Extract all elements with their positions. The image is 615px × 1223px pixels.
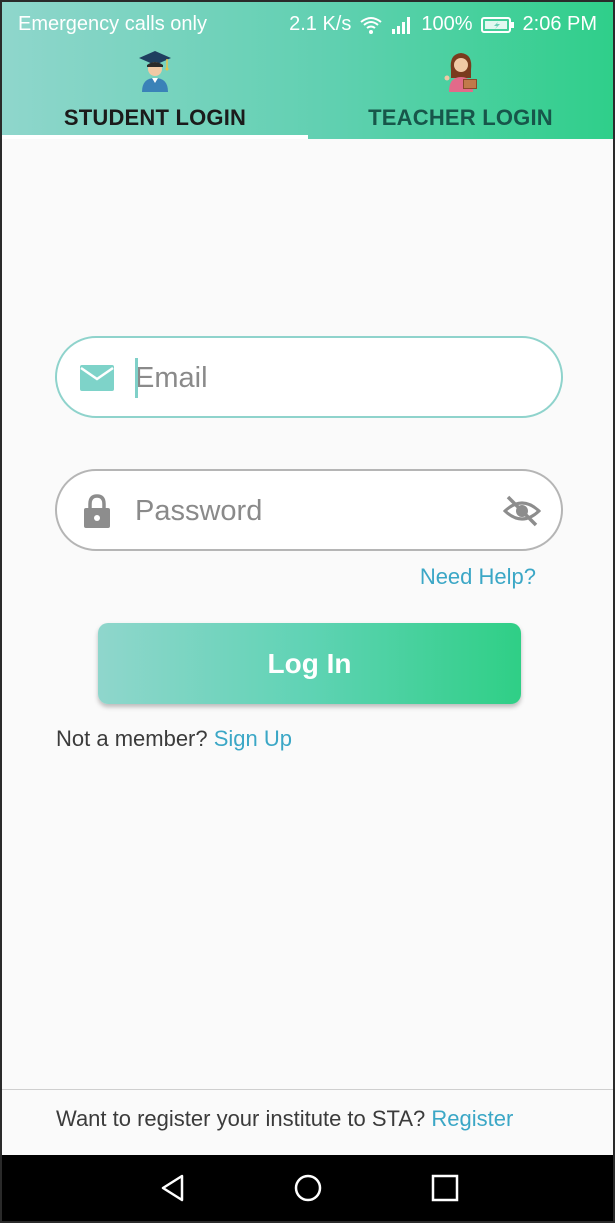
- signup-row: Not a member? Sign Up: [56, 726, 292, 752]
- text-cursor: [135, 358, 138, 398]
- tab-teacher-login[interactable]: TEACHER LOGIN: [308, 48, 613, 139]
- recent-apps-icon[interactable]: [430, 1173, 460, 1203]
- tab-selected-indicator: [2, 135, 308, 139]
- clock: 2:06 PM: [522, 13, 597, 35]
- eye-off-icon[interactable]: [503, 493, 541, 529]
- wifi-icon: [359, 15, 383, 35]
- tab-teacher-label: TEACHER LOGIN: [368, 105, 553, 130]
- mail-icon: [80, 365, 114, 391]
- signup-prompt: Not a member?: [56, 726, 208, 751]
- student-graduate-icon: [139, 51, 171, 92]
- back-icon[interactable]: [158, 1173, 188, 1203]
- tab-student-label: STUDENT LOGIN: [63, 105, 247, 130]
- system-nav-bar: [2, 1155, 613, 1221]
- home-icon[interactable]: [293, 1173, 323, 1203]
- battery-percent: 100%: [421, 13, 473, 35]
- register-row: Want to register your institute to STA? …: [56, 1106, 513, 1132]
- register-link[interactable]: Register: [431, 1106, 513, 1131]
- status-right: 2.1 K/s 100% 2:06 PM: [289, 13, 597, 36]
- teacher-icon: [444, 53, 477, 92]
- network-speed: 2.1 K/s: [289, 13, 352, 35]
- status-bar: Emergency calls only 2.1 K/s 100% 2:06 P…: [2, 2, 613, 48]
- password-input[interactable]: [135, 489, 475, 533]
- carrier-text: Emergency calls only: [18, 13, 207, 35]
- signup-link[interactable]: Sign Up: [214, 726, 292, 751]
- bottom-divider: [2, 1089, 613, 1090]
- battery-icon: [480, 16, 515, 34]
- app-frame: Emergency calls only 2.1 K/s 100% 2:06 P…: [0, 0, 615, 1223]
- lock-icon: [84, 494, 110, 528]
- need-help-link[interactable]: Need Help?: [420, 564, 536, 590]
- email-field[interactable]: [55, 336, 563, 418]
- register-prompt: Want to register your institute to STA?: [56, 1106, 426, 1131]
- email-input[interactable]: [135, 356, 475, 400]
- login-button[interactable]: Log In: [98, 623, 521, 704]
- header: Emergency calls only 2.1 K/s 100% 2:06 P…: [2, 2, 613, 139]
- signal-icon: [391, 16, 413, 34]
- password-field[interactable]: [55, 469, 563, 551]
- tab-student-login[interactable]: STUDENT LOGIN: [2, 48, 308, 139]
